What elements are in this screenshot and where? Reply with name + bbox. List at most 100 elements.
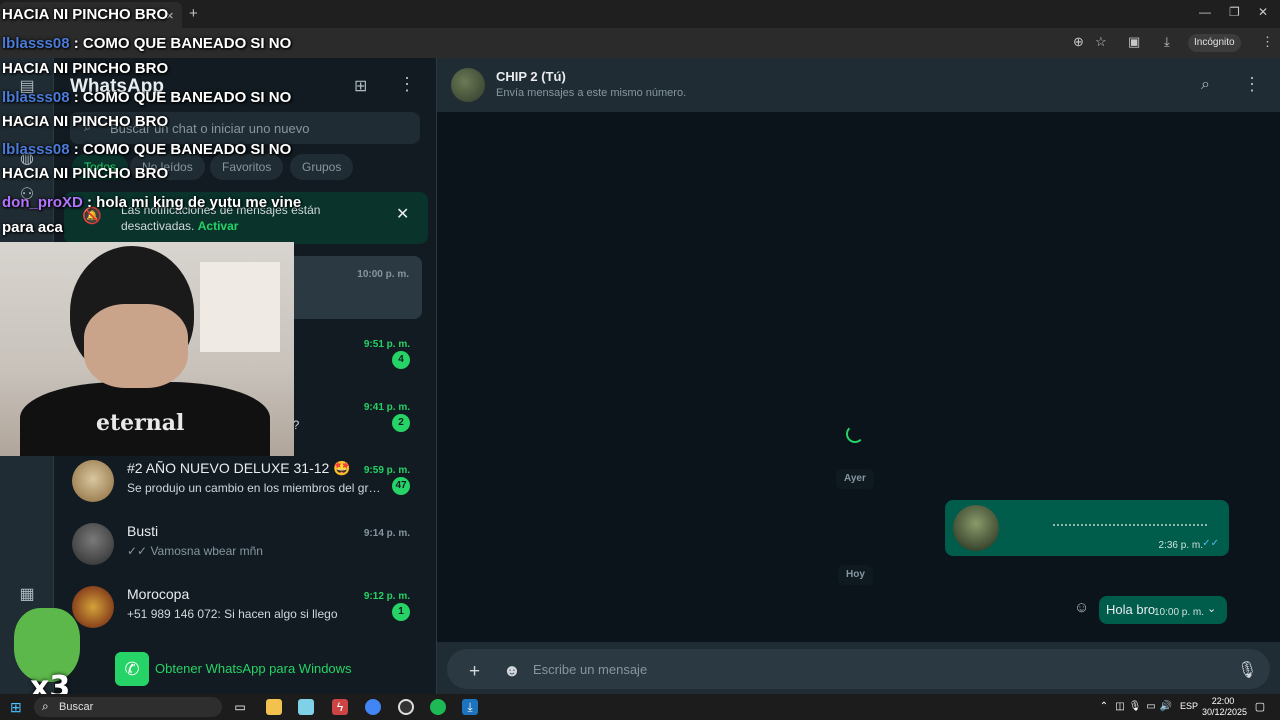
search-icon[interactable]: ⌕ [1201,76,1210,94]
react-emoji-icon[interactable]: ☺ [1074,599,1089,616]
unread-badge: 47 [392,477,410,495]
microphone-tray-icon[interactable]: 🎙 [1127,699,1143,715]
volume-icon[interactable]: 🔊 [1158,699,1174,715]
enable-notifications-link[interactable]: Activar [198,219,239,233]
taskbar-search[interactable]: ⌕ Buscar [34,697,222,717]
spotify-icon[interactable] [430,699,446,715]
overlay-message: : COMO QUE BANEADO SI NO [73,35,292,52]
tray-chevron-icon[interactable]: ⌃ [1096,699,1112,715]
overlay-line: HACIA NI PINCHO BRO [2,113,169,130]
close-window-icon[interactable]: ✕ [1258,5,1268,19]
new-tab-button[interactable]: + [189,5,198,22]
composer-box: + ☻ 🎙 [447,649,1270,689]
download-icon[interactable]: ⤓ [1164,34,1170,50]
background-shelf [200,262,280,352]
browser-tab-bar: × + — ❐ ✕ [0,0,1280,28]
download-manager-icon[interactable]: ⤓ [462,699,478,715]
message-text: Hola bro [1106,602,1156,617]
outgoing-text-message[interactable]: Hola bro 10:00 p. m. ⌄ [1099,596,1227,624]
overlay-line: HACIA NI PINCHO BRO [2,6,169,23]
chat-preview: Se produjo un cambio en los miembros del… [127,481,387,495]
sticker-icon[interactable]: ☻ [503,661,521,681]
chat-row[interactable]: Busti ✓✓ Vamosna wbear mñn 9:14 p. m. [54,515,437,578]
message-input[interactable] [533,657,1133,681]
get-whatsapp-windows-link[interactable]: ✆ Obtener WhatsApp para Windows [115,652,435,686]
browser-menu-icon[interactable]: ⋮ [1261,34,1274,50]
avatar [72,460,114,502]
menu-icon[interactable]: ⋮ [398,74,416,95]
conversation-header[interactable]: CHIP 2 (Tú) Envía mensajes a este mismo … [437,58,1280,112]
chat-preview: +51 989 146 072: Si hacen algo si llego [127,607,338,621]
microphone-icon[interactable]: 🎙 [1237,660,1257,680]
conversation-panel: CHIP 2 (Tú) Envía mensajes a este mismo … [437,58,1280,694]
chat-name: Busti [127,523,159,539]
overlay-line: para aca [2,219,63,236]
overlay-username: don_proXD [2,194,83,211]
image-loading-bar [1053,524,1207,526]
overlay-message: : hola mi king de yutu me vine [87,194,302,211]
clock-time: 22:00 [1211,696,1235,706]
close-icon[interactable]: ✕ [396,204,409,224]
emote-overlay: x3 [8,604,88,705]
unread-badge: 4 [392,351,410,369]
outgoing-image-message[interactable]: 2:36 p. m. ✓✓ [945,500,1229,556]
app-icon[interactable]: ϟ [332,699,348,715]
unread-badge: 1 [392,603,410,621]
get-whatsapp-label: Obtener WhatsApp para Windows [155,661,352,676]
search-icon: ⌕ [42,699,49,713]
extensions-icon[interactable]: ▣ [1128,34,1140,50]
chat-time: 9:41 p. m. [363,402,410,413]
whatsapp-logo-icon: ✆ [115,652,149,686]
avatar [72,523,114,565]
chat-time: 9:14 p. m. [363,528,410,539]
minimize-icon[interactable]: — [1199,5,1211,19]
date-divider: Hoy [838,565,873,585]
chat-preview: ✓✓ Vamosna wbear mñn [127,544,263,558]
restore-icon[interactable]: ❐ [1229,5,1240,19]
chrome-icon[interactable] [365,699,381,715]
input-language[interactable]: ESP [1180,701,1198,711]
tray-app-icon[interactable]: ◫ [1112,699,1128,715]
file-explorer-icon[interactable] [266,699,282,715]
chevron-down-icon[interactable]: ⌄ [1207,602,1216,615]
unread-badge: 2 [392,414,410,432]
clock[interactable]: 22:00 30/12/2025 [1202,696,1248,718]
message-time: 2:36 p. m. [1158,540,1203,551]
obs-icon[interactable] [398,699,414,715]
streamer-face [84,304,188,388]
notifications-icon[interactable]: ▢ [1252,699,1268,715]
overlay-message: : COMO QUE BANEADO SI NO [73,89,292,106]
chat-row[interactable]: Morocopa +51 989 146 072: Si hacen algo … [54,578,437,641]
contact-subtitle: Envía mensajes a este mismo número. [496,87,687,99]
network-icon[interactable]: ▭ [1143,699,1159,715]
webcam-overlay: eternal [0,242,294,456]
read-check-icon: ✓✓ [1202,538,1219,549]
clock-date: 30/12/2025 [1202,707,1248,717]
incognito-badge[interactable]: Incógnito [1188,34,1241,52]
filter-groups[interactable]: Grupos [290,154,354,180]
task-view-icon[interactable]: ▭ [232,699,248,715]
overlay-line: lblasss08 : COMO QUE BANEADO SI NO [2,89,291,106]
image-thumbnail [953,505,999,551]
attach-plus-icon[interactable]: + [469,661,480,683]
notepad-icon[interactable] [298,699,314,715]
menu-icon[interactable]: ⋮ [1243,74,1261,95]
overlay-line: HACIA NI PINCHO BRO [2,165,169,182]
windows-taskbar: ⊞ ⌕ Buscar ▭ ϟ ⤓ ⌃ ◫ 🎙 ▭ 🔊 ESP 22:00 30/… [0,694,1280,720]
loading-spinner [846,425,864,443]
bookmark-star-icon[interactable]: ☆ [1095,34,1107,50]
composer-bar: + ☻ 🎙 [437,642,1280,694]
taskbar-search-label: Buscar [59,701,94,713]
overlay-line: don_proXD : hola mi king de yutu me vine [2,194,301,211]
new-chat-icon[interactable]: ⊞ [354,76,367,96]
overlay-username: lblasss08 [2,89,70,106]
chat-time: 9:51 p. m. [363,339,410,350]
windows-start-icon[interactable]: ⊞ [10,699,22,716]
contact-avatar[interactable] [451,68,485,102]
media-icon[interactable]: ▦ [16,584,38,606]
chat-name: Morocopa [127,586,190,602]
overlay-line: lblasss08 : COMO QUE BANEADO SI NO [2,141,291,158]
overlay-username: lblasss08 [2,35,70,52]
zoom-icon[interactable]: ⊕ [1073,34,1084,50]
chat-row[interactable]: #2 AÑO NUEVO DELUXE 31-12 🤩 Se produjo u… [54,452,437,515]
